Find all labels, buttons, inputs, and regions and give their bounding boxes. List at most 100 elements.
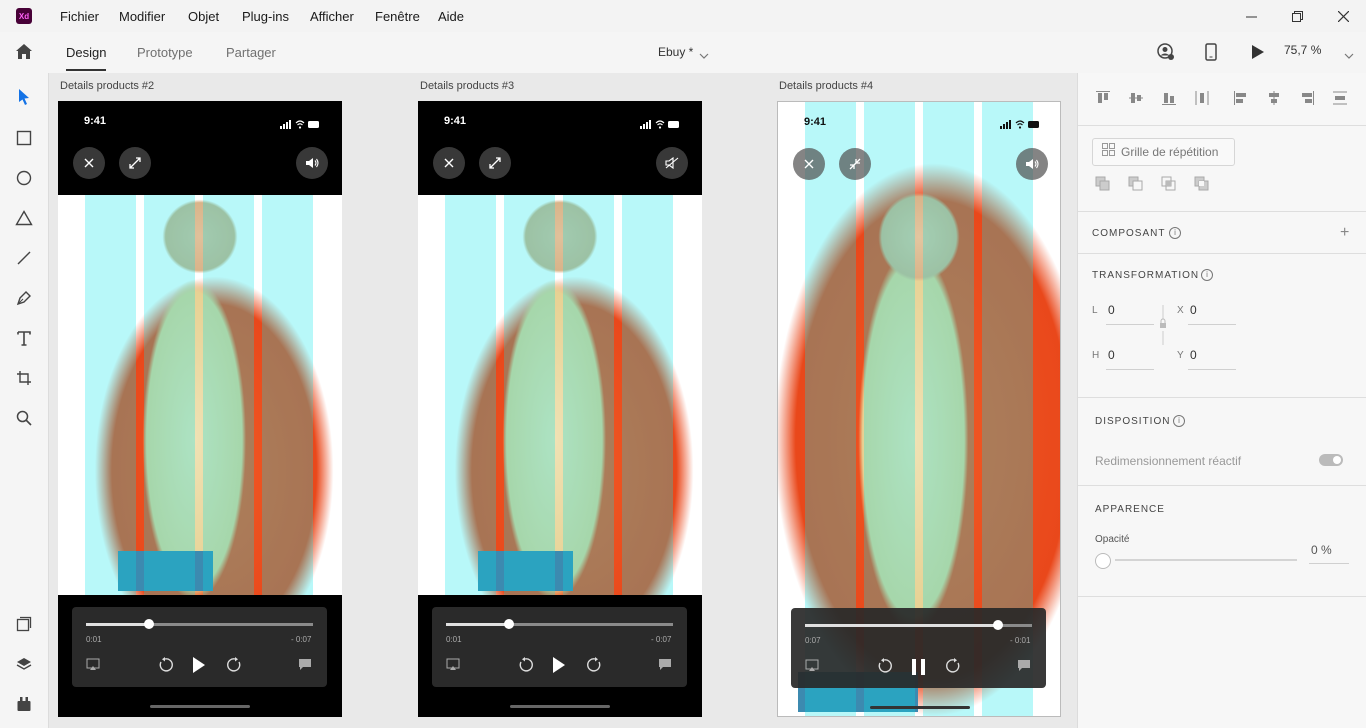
design-canvas[interactable]: Details products #2 9:41 0:01 - 0:07 Det… bbox=[49, 73, 1077, 728]
menu-plugins[interactable]: Plug-ins bbox=[242, 9, 289, 24]
artboard-tool-icon[interactable] bbox=[13, 367, 35, 389]
document-name[interactable]: Ebuy * bbox=[658, 45, 693, 59]
artboard-details-products-4[interactable]: 9:41 0:07 - 0:01 bbox=[777, 101, 1061, 717]
forward-icon[interactable] bbox=[227, 657, 243, 678]
align-top-icon[interactable] bbox=[1094, 89, 1112, 107]
menu-objet[interactable]: Objet bbox=[188, 9, 219, 24]
menu-fichier[interactable]: Fichier bbox=[60, 9, 99, 24]
polygon-tool-icon[interactable] bbox=[13, 207, 35, 229]
responsive-resize-label: Redimensionnement réactif bbox=[1095, 454, 1242, 468]
seek-handle[interactable] bbox=[993, 620, 1003, 630]
forward-icon[interactable] bbox=[946, 658, 962, 679]
seek-progress bbox=[805, 624, 998, 627]
pen-tool-icon[interactable] bbox=[13, 287, 35, 309]
comment-icon[interactable] bbox=[658, 658, 672, 676]
mobile-preview-icon[interactable] bbox=[1205, 43, 1217, 66]
menu-aide[interactable]: Aide bbox=[438, 9, 464, 24]
home-icon[interactable] bbox=[15, 43, 33, 65]
comment-icon[interactable] bbox=[1017, 659, 1031, 677]
tab-share[interactable]: Partager bbox=[226, 45, 276, 60]
expand-icon[interactable] bbox=[479, 147, 511, 179]
info-icon[interactable]: i bbox=[1169, 227, 1181, 239]
restore-icon[interactable] bbox=[1287, 6, 1307, 26]
info-icon[interactable]: i bbox=[1173, 415, 1185, 427]
ellipse-tool-icon[interactable] bbox=[13, 167, 35, 189]
add-component-icon[interactable]: + bbox=[1340, 224, 1349, 242]
rectangle-tool-icon[interactable] bbox=[13, 127, 35, 149]
select-tool-icon[interactable] bbox=[13, 86, 35, 108]
opacity-value[interactable]: 0 % bbox=[1311, 543, 1332, 557]
lock-aspect-icon[interactable] bbox=[1159, 305, 1167, 350]
boolean-add-icon[interactable] bbox=[1094, 175, 1112, 193]
text-tool-icon[interactable] bbox=[13, 327, 35, 349]
artboard-label[interactable]: Details products #2 bbox=[60, 80, 154, 92]
boolean-subtract-icon[interactable] bbox=[1127, 175, 1145, 193]
align-bottom-icon[interactable] bbox=[1160, 89, 1178, 107]
y-field[interactable]: 0 bbox=[1190, 348, 1197, 362]
play-preview-icon[interactable] bbox=[1251, 44, 1265, 65]
opacity-slider-track[interactable] bbox=[1115, 559, 1297, 561]
cellular-icon bbox=[1000, 116, 1040, 134]
distribute-vertical-icon[interactable] bbox=[1193, 89, 1211, 107]
airplay-icon[interactable] bbox=[805, 659, 819, 677]
line-tool-icon[interactable] bbox=[13, 247, 35, 269]
airplay-icon[interactable] bbox=[86, 658, 100, 676]
opacity-slider-handle[interactable] bbox=[1095, 553, 1111, 569]
plugins-icon[interactable] bbox=[13, 693, 35, 715]
forward-icon[interactable] bbox=[587, 657, 603, 678]
menu-fenetre[interactable]: Fenêtre bbox=[375, 9, 420, 24]
minimize-icon[interactable] bbox=[1241, 6, 1261, 26]
close-window-icon[interactable] bbox=[1333, 6, 1353, 26]
menu-modifier[interactable]: Modifier bbox=[119, 9, 165, 24]
distribute-horizontal-icon[interactable] bbox=[1331, 89, 1349, 107]
align-middle-icon[interactable] bbox=[1127, 89, 1145, 107]
align-right-icon[interactable] bbox=[1298, 89, 1316, 107]
zoom-tool-icon[interactable] bbox=[13, 407, 35, 429]
close-icon[interactable] bbox=[793, 148, 825, 180]
responsive-resize-toggle[interactable] bbox=[1319, 454, 1343, 466]
close-icon[interactable] bbox=[433, 147, 465, 179]
artboard-details-products-3[interactable]: 9:41 0:01 - 0:07 bbox=[418, 101, 702, 717]
assets-icon[interactable] bbox=[13, 613, 35, 635]
artboard-details-products-2[interactable]: 9:41 0:01 - 0:07 bbox=[58, 101, 342, 717]
play-icon[interactable] bbox=[192, 656, 206, 679]
mute-icon[interactable] bbox=[656, 147, 688, 179]
home-indicator bbox=[510, 705, 610, 708]
seek-handle[interactable] bbox=[504, 619, 514, 629]
expand-icon[interactable] bbox=[119, 147, 151, 179]
rewind-icon[interactable] bbox=[517, 657, 533, 678]
boolean-intersect-icon[interactable] bbox=[1160, 175, 1178, 193]
repeat-grid-button[interactable]: Grille de répétition bbox=[1092, 138, 1235, 166]
layout-section-title: DISPOSITION bbox=[1095, 416, 1171, 427]
width-field[interactable]: 0 bbox=[1108, 303, 1115, 317]
play-icon[interactable] bbox=[552, 656, 566, 679]
height-field[interactable]: 0 bbox=[1108, 348, 1115, 362]
rewind-icon[interactable] bbox=[157, 657, 173, 678]
x-underline bbox=[1188, 324, 1236, 325]
artboard-label[interactable]: Details products #3 bbox=[420, 80, 514, 92]
close-icon[interactable] bbox=[73, 147, 105, 179]
info-icon[interactable]: i bbox=[1201, 269, 1213, 281]
seek-handle[interactable] bbox=[144, 619, 154, 629]
user-invite-icon[interactable] bbox=[1157, 43, 1175, 66]
x-field[interactable]: 0 bbox=[1190, 303, 1197, 317]
tab-prototype[interactable]: Prototype bbox=[137, 45, 193, 60]
collapse-icon[interactable] bbox=[839, 148, 871, 180]
volume-icon[interactable] bbox=[1016, 148, 1048, 180]
artboard-label[interactable]: Details products #4 bbox=[779, 80, 873, 92]
chevron-down-icon[interactable] bbox=[699, 47, 709, 65]
volume-icon[interactable] bbox=[296, 147, 328, 179]
rewind-icon[interactable] bbox=[876, 658, 892, 679]
tab-design[interactable]: Design bbox=[66, 45, 106, 60]
zoom-level[interactable]: 75,7 % bbox=[1284, 43, 1321, 57]
menu-afficher[interactable]: Afficher bbox=[310, 9, 354, 24]
align-left-icon[interactable] bbox=[1232, 89, 1250, 107]
airplay-icon[interactable] bbox=[446, 658, 460, 676]
boolean-exclude-icon[interactable] bbox=[1193, 175, 1211, 193]
width-label: L bbox=[1092, 305, 1098, 316]
comment-icon[interactable] bbox=[298, 658, 312, 676]
align-center-icon[interactable] bbox=[1265, 89, 1283, 107]
zoom-chevron-down-icon[interactable] bbox=[1344, 47, 1354, 65]
layers-icon[interactable] bbox=[13, 653, 35, 675]
pause-icon[interactable] bbox=[911, 658, 927, 681]
